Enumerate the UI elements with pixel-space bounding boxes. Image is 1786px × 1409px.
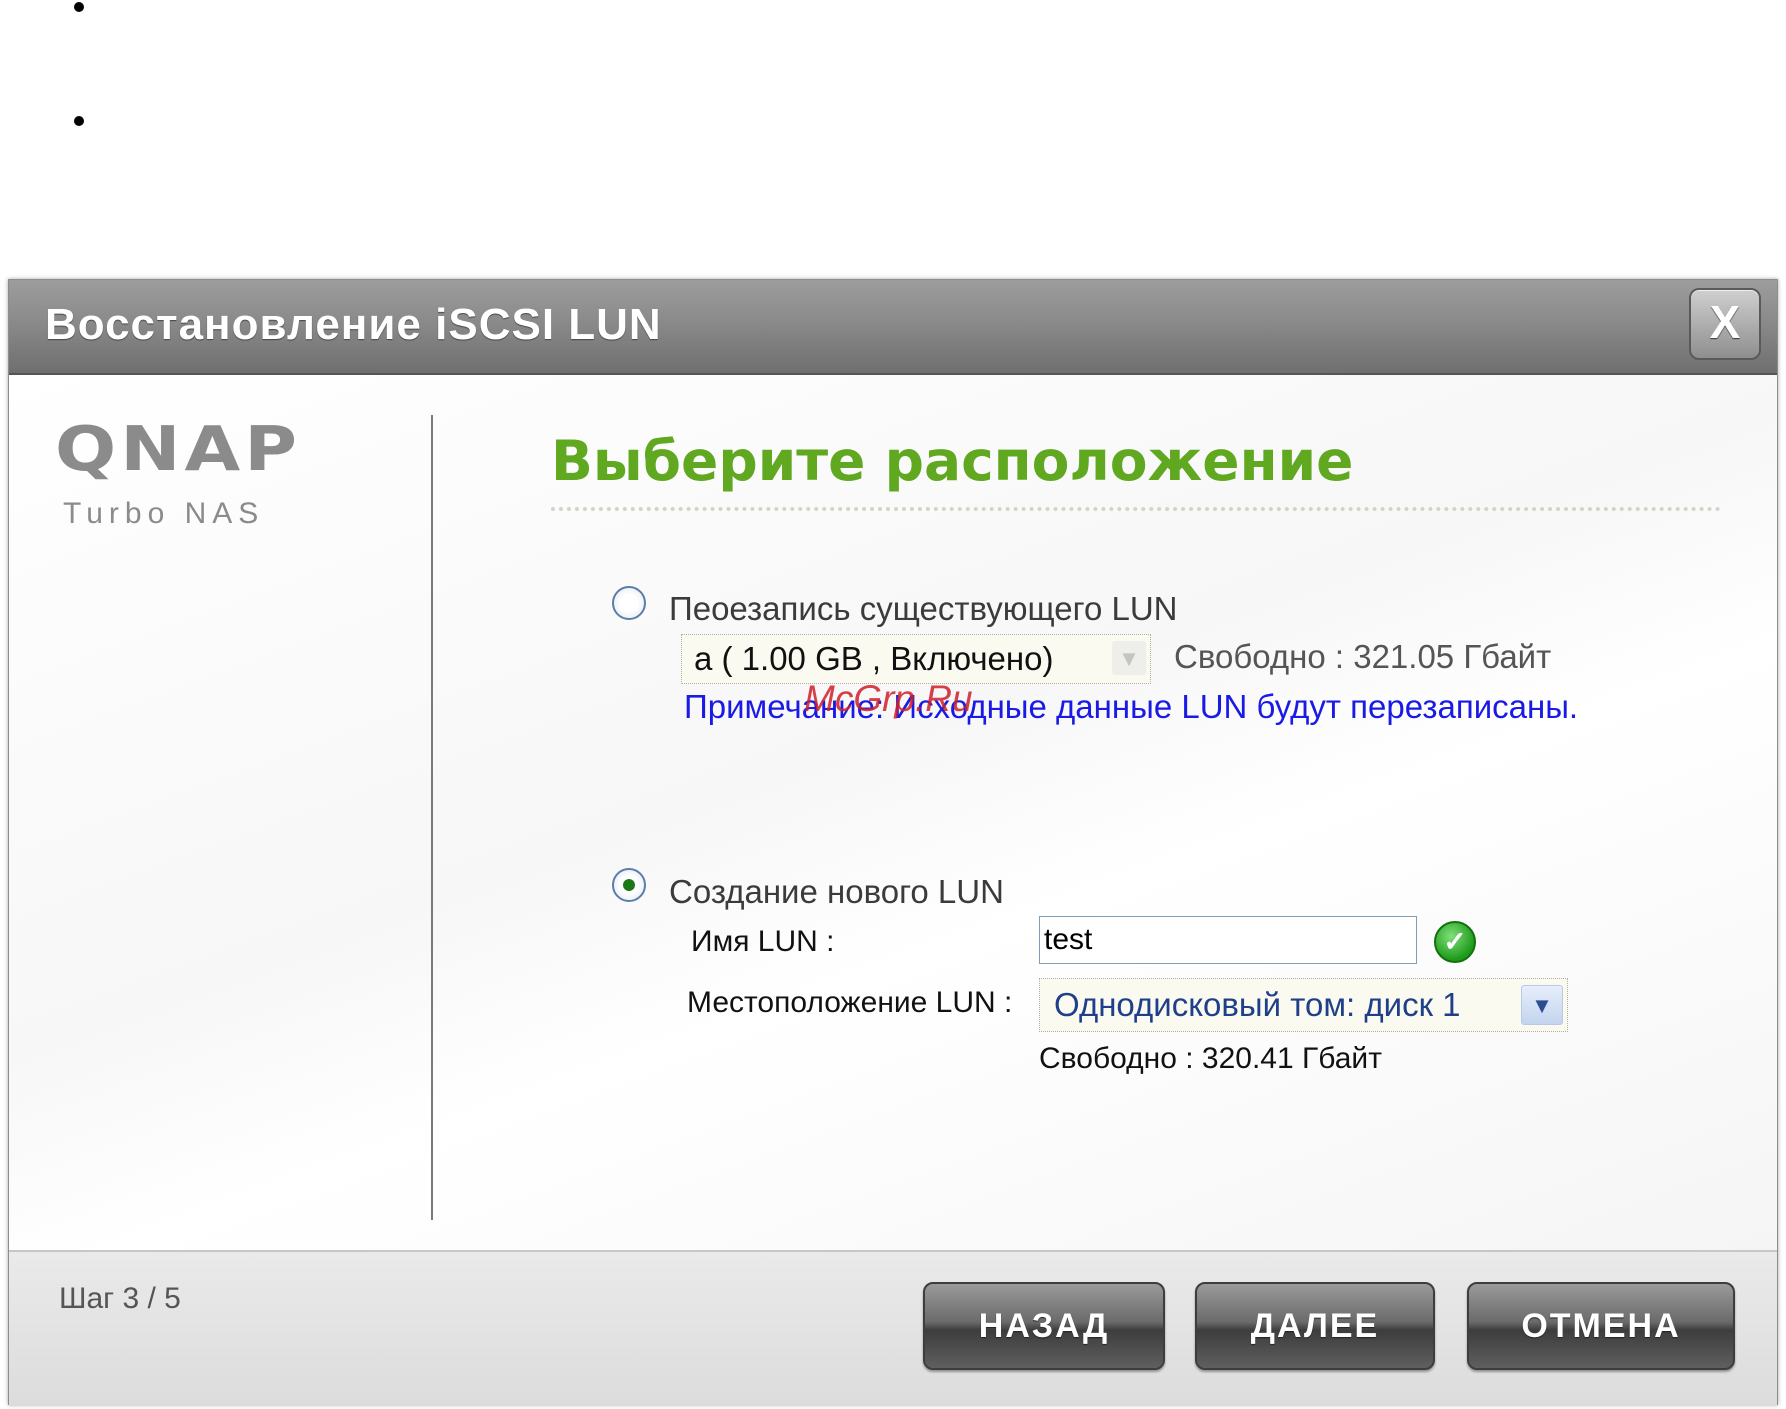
qnap-logo: QNAP	[55, 413, 301, 485]
sidebar: QNAP Turbo NAS	[9, 375, 431, 1250]
lun-location-value: Однодисковый том: диск 1	[1054, 986, 1461, 1023]
back-button[interactable]: НАЗАД	[923, 1282, 1165, 1370]
list-bullet	[74, 116, 84, 126]
lun-location-label: Местоположение LUN :	[687, 986, 1013, 1019]
new-free-space: Свободно : 320.41 Гбайт	[1039, 1042, 1382, 1075]
valid-check-icon: ✓	[1434, 921, 1476, 963]
chevron-down-icon: ▼	[1112, 641, 1146, 675]
create-option-label: Создание нового LUN	[669, 873, 1004, 910]
radio-create-new[interactable]	[612, 868, 646, 902]
close-icon: X	[1709, 296, 1741, 348]
heading-divider	[551, 507, 1721, 511]
next-button[interactable]: ДАЛЕЕ	[1195, 1282, 1435, 1370]
lun-location-select[interactable]: Однодисковый том: диск 1 ▼	[1039, 978, 1568, 1032]
cancel-button[interactable]: ОТМЕНА	[1467, 1282, 1735, 1370]
radio-overwrite-existing[interactable]	[612, 586, 646, 620]
existing-lun-select[interactable]: a ( 1.00 GB , Включено) ▼	[681, 634, 1151, 684]
restore-lun-dialog: Восстановление iSCSI LUN X QNAP Turbo NA…	[8, 279, 1778, 1406]
turbo-nas-logo: Turbo NAS	[63, 497, 265, 530]
radio-selected-dot	[623, 879, 635, 891]
lun-name-input[interactable]	[1039, 916, 1417, 964]
page-heading: Выберите расположение	[551, 429, 1354, 493]
dialog-titlebar: Восстановление iSCSI LUN X	[9, 280, 1777, 375]
vertical-divider	[431, 415, 433, 1220]
close-button[interactable]: X	[1689, 288, 1761, 360]
chevron-down-icon: ▼	[1521, 985, 1563, 1025]
dialog-title: Восстановление iSCSI LUN	[45, 300, 662, 349]
existing-free-space: Свободно : 321.05 Гбайт	[1174, 638, 1552, 675]
lun-name-label: Имя LUN :	[691, 925, 835, 958]
list-bullet	[74, 2, 84, 12]
dialog-footer: Шаг 3 / 5 НАЗАД ДАЛЕЕ ОТМЕНА	[9, 1250, 1777, 1406]
overwrite-option-label: Пеоезапись существующего LUN	[669, 590, 1178, 627]
existing-lun-value: a ( 1.00 GB , Включено)	[694, 640, 1054, 677]
dialog-body: QNAP Turbo NAS Выберите расположение Пео…	[9, 375, 1777, 1250]
watermark: McGrp.Ru	[804, 678, 973, 719]
step-indicator: Шаг 3 / 5	[59, 1282, 181, 1315]
